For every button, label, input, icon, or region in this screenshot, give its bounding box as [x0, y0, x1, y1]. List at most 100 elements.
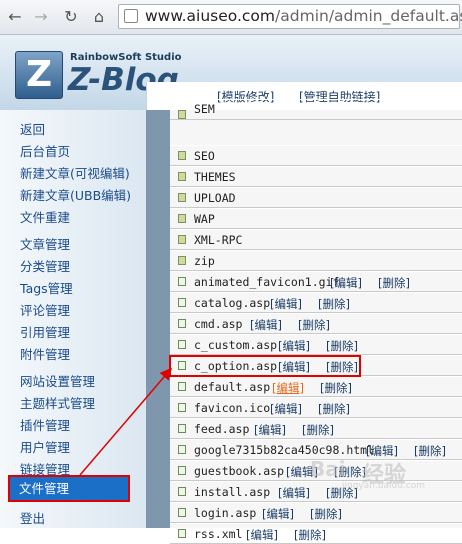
sidebar-item-plugins[interactable]: 插件管理 [20, 415, 70, 434]
edit-link[interactable]: [编辑] [278, 359, 310, 375]
delete-link[interactable]: [删除] [298, 317, 330, 333]
edit-link[interactable]: [编辑] [272, 380, 304, 396]
url-path: /admin/admin_default.asp [275, 7, 462, 25]
sidebar-item-new-article-ubb[interactable]: 新建文章(UBB编辑) [20, 185, 131, 204]
list-item[interactable]: WAP [170, 208, 462, 229]
file-name[interactable]: google7315b82ca450c98.html [194, 443, 374, 457]
edit-link[interactable]: [编辑] [262, 506, 294, 522]
file-name[interactable]: favicon.ico [194, 401, 270, 415]
file-name[interactable]: cmd.asp [194, 317, 242, 331]
edit-link[interactable]: [编辑] [246, 527, 278, 543]
list-item[interactable]: XML-RPC [170, 229, 462, 250]
url-domain: www.aiuseo.com [145, 7, 276, 25]
sidebar-item-articles[interactable]: 文章管理 [20, 234, 70, 253]
file-icon [178, 319, 186, 328]
list-item[interactable]: zip [170, 250, 462, 271]
file-name[interactable]: zip [194, 254, 215, 268]
sidebar-item-back[interactable]: 返回 [20, 119, 45, 138]
list-item[interactable]: SEO [170, 145, 462, 166]
edit-link[interactable]: [编辑] [254, 422, 286, 438]
delete-link[interactable]: [删除] [318, 401, 350, 417]
sidebar: 返回 后台首页 新建文章(可视编辑) 新建文章(UBB编辑) 文件重建 文章管理… [0, 110, 146, 528]
file-icon [178, 466, 186, 475]
address-bar[interactable]: www.aiuseo.com/admin/admin_default.asp [118, 4, 462, 29]
back-arrow-icon[interactable]: ← [4, 6, 26, 28]
delete-link[interactable]: [删除] [334, 464, 366, 480]
sidebar-item-dashboard[interactable]: 后台首页 [20, 141, 70, 160]
file-name[interactable]: install.asp [194, 485, 270, 499]
sidebar-item-tags[interactable]: Tags管理 [20, 278, 73, 297]
sidebar-item-comments[interactable]: 评论管理 [20, 300, 70, 319]
main-content: SEM SEO THEMES UPLOAD WAP XML-RPC zip an… [146, 99, 462, 544]
delete-link[interactable]: [删除] [320, 380, 352, 396]
sidebar-item-new-article-visual[interactable]: 新建文章(可视编辑) [20, 163, 130, 182]
file-icon [178, 361, 186, 370]
edit-link[interactable]: [编辑] [270, 401, 302, 417]
folder-icon [178, 110, 186, 119]
edit-link[interactable]: [编辑] [278, 485, 310, 501]
file-name[interactable]: WAP [194, 212, 215, 226]
file-icon [178, 298, 186, 307]
list-item[interactable]: UPLOAD [170, 187, 462, 208]
file-list: SEM SEO THEMES UPLOAD WAP XML-RPC zip an… [170, 99, 462, 544]
file-name[interactable]: c_custom.asp [194, 338, 277, 352]
edit-link[interactable]: [编辑] [250, 317, 282, 333]
sidebar-item-attachments[interactable]: 附件管理 [20, 344, 70, 363]
sidebar-item-trackbacks[interactable]: 引用管理 [20, 322, 70, 341]
file-name[interactable]: XML-RPC [194, 233, 242, 247]
file-icon [178, 382, 186, 391]
home-icon[interactable]: ⌂ [88, 6, 110, 28]
list-item: default.asp [编辑] [删除] [170, 376, 462, 397]
list-item[interactable]: SEM [170, 99, 462, 120]
delete-link[interactable]: [删除] [318, 296, 350, 312]
delete-link[interactable]: [删除] [294, 527, 326, 543]
list-item: rss.xml [编辑] [删除] [170, 523, 462, 544]
delete-link[interactable]: [删除] [414, 443, 446, 459]
folder-icon [178, 151, 186, 160]
delete-link[interactable]: [删除] [310, 506, 342, 522]
delete-link[interactable]: [删除] [326, 485, 358, 501]
sidebar-item-rebuild[interactable]: 文件重建 [20, 207, 70, 226]
file-icon [178, 508, 186, 517]
logo-letter: Z [25, 54, 53, 95]
folder-icon [178, 193, 186, 202]
file-name[interactable]: catalog.asp [194, 296, 270, 310]
list-item: cmd.asp [编辑] [删除] [170, 313, 462, 334]
list-item: c_option.asp [编辑] [删除] [170, 355, 462, 376]
file-name[interactable]: SEO [194, 149, 215, 163]
file-icon [178, 277, 186, 286]
file-name[interactable]: login.asp [194, 506, 256, 520]
sidebar-item-site-settings[interactable]: 网站设置管理 [20, 371, 95, 390]
sidebar-item-users[interactable]: 用户管理 [20, 437, 70, 456]
file-name[interactable]: THEMES [194, 170, 236, 184]
file-name[interactable]: feed.asp [194, 422, 249, 436]
delete-link[interactable]: [删除] [326, 359, 358, 375]
delete-link[interactable]: [删除] [302, 422, 334, 438]
list-item: feed.asp [编辑] [删除] [170, 418, 462, 439]
sidebar-item-links[interactable]: 链接管理 [20, 459, 70, 478]
file-name[interactable]: rss.xml [194, 527, 242, 541]
delete-link[interactable]: [删除] [326, 338, 358, 354]
sidebar-item-themes[interactable]: 主题样式管理 [20, 393, 95, 412]
file-icon [178, 340, 186, 349]
file-name[interactable]: animated_favicon1.gif [194, 275, 339, 289]
edit-link[interactable]: [编辑] [278, 338, 310, 354]
edit-link[interactable]: [编辑] [286, 464, 318, 480]
edit-link[interactable]: [编辑] [270, 296, 302, 312]
forward-arrow-icon[interactable]: → [30, 6, 52, 28]
reload-icon[interactable]: ↻ [60, 6, 82, 28]
file-name[interactable]: guestbook.asp [194, 464, 284, 478]
file-name[interactable]: SEM [194, 102, 215, 116]
sidebar-item-logout[interactable]: 登出 [20, 508, 45, 527]
file-icon [178, 424, 186, 433]
list-item[interactable]: THEMES [170, 166, 462, 187]
file-name[interactable]: c_option.asp [194, 359, 277, 373]
edit-link[interactable]: [编辑] [366, 443, 398, 459]
sidebar-item-file-manager[interactable]: 文件管理 [8, 475, 130, 502]
list-item: catalog.asp [编辑] [删除] [170, 292, 462, 313]
file-name[interactable]: default.asp [194, 380, 270, 394]
file-name[interactable]: UPLOAD [194, 191, 236, 205]
delete-link[interactable]: [删除] [378, 275, 410, 291]
sidebar-item-categories[interactable]: 分类管理 [20, 256, 70, 275]
edit-link[interactable]: [编辑] [330, 275, 362, 291]
